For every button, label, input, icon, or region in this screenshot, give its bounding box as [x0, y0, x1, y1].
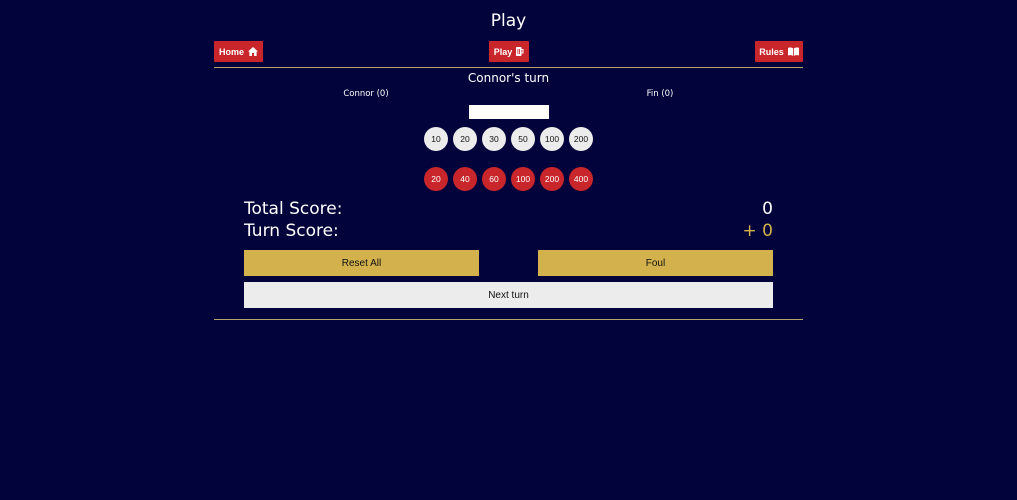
red-ball-button[interactable]: 40 — [453, 167, 477, 191]
top-divider — [214, 67, 803, 68]
rules-button-label: Rules — [759, 46, 784, 57]
home-button[interactable]: Home — [214, 41, 263, 62]
red-ball-button[interactable]: 400 — [569, 167, 593, 191]
white-ball-button[interactable]: 30 — [482, 127, 506, 151]
total-score-value: 0 — [762, 199, 773, 219]
red-ball-button[interactable]: 20 — [424, 167, 448, 191]
red-ball-button[interactable]: 60 — [482, 167, 506, 191]
white-ball-button[interactable]: 50 — [511, 127, 535, 151]
reset-all-button[interactable]: Reset All — [244, 250, 479, 276]
beer-mug-icon — [516, 47, 524, 56]
player-score-connor: Connor (0) — [343, 89, 389, 99]
home-icon — [248, 47, 259, 56]
red-ball-button[interactable]: 100 — [511, 167, 535, 191]
white-ball-button[interactable]: 200 — [569, 127, 593, 151]
next-turn-button[interactable]: Next turn — [244, 282, 773, 308]
score-input[interactable] — [469, 105, 549, 119]
turn-score-label: Turn Score: — [244, 221, 339, 241]
red-ball-row: 20 40 60 100 200 400 — [0, 167, 1017, 191]
red-ball-button[interactable]: 200 — [540, 167, 564, 191]
turn-score-value: + 0 — [742, 221, 773, 241]
turn-title: Connor's turn — [467, 71, 550, 85]
white-ball-button[interactable]: 10 — [424, 127, 448, 151]
white-ball-button[interactable]: 100 — [540, 127, 564, 151]
bottom-divider — [214, 319, 803, 320]
play-button-label: Play — [493, 46, 513, 57]
book-open-icon — [787, 47, 799, 56]
foul-button[interactable]: Foul — [538, 250, 773, 276]
page-title: Play — [490, 11, 527, 31]
white-ball-row: 10 20 30 50 100 200 — [0, 127, 1017, 151]
white-ball-button[interactable]: 20 — [453, 127, 477, 151]
rules-button[interactable]: Rules — [755, 41, 803, 62]
player-score-fin: Fin (0) — [646, 89, 674, 99]
play-page: Play Home Play Rules Connor's turn Conno… — [0, 0, 1017, 500]
total-score-label: Total Score: — [244, 199, 343, 219]
home-button-label: Home — [219, 46, 245, 57]
play-button[interactable]: Play — [489, 41, 529, 62]
